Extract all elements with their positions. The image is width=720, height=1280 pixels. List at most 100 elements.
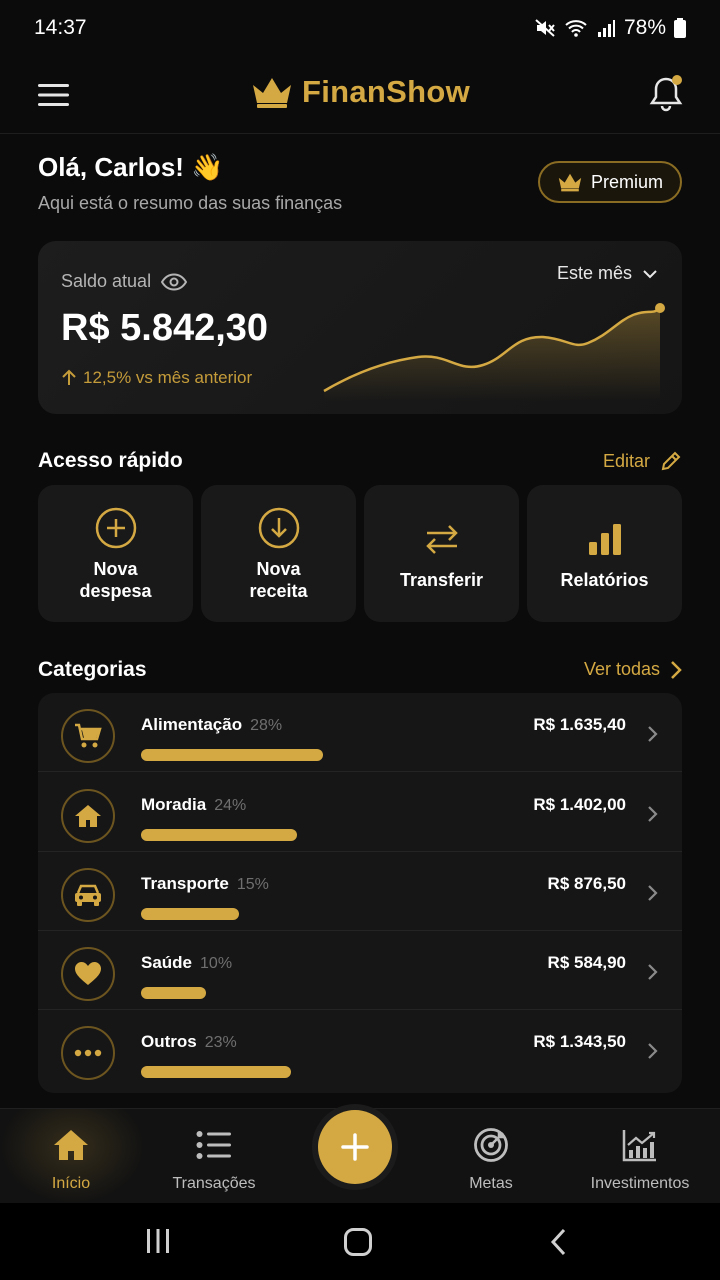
- wifi-icon: [565, 20, 587, 37]
- balance-sparkline: [323, 303, 665, 401]
- quick-action-new-expense[interactable]: Nova despesa: [38, 485, 193, 622]
- category-percent: 28%: [250, 717, 283, 734]
- nav-item-investimentos[interactable]: Investimentos: [565, 1125, 715, 1193]
- eye-icon[interactable]: [161, 272, 188, 291]
- download-circle-icon: [258, 507, 299, 548]
- back-icon[interactable]: [548, 1227, 568, 1257]
- premium-label: Premium: [590, 171, 663, 192]
- sparkline-endpoint: [655, 303, 665, 313]
- add-transaction-button[interactable]: [318, 1110, 392, 1184]
- status-icons: 78%: [534, 16, 686, 40]
- chevron-right-icon: [671, 660, 682, 679]
- home-button-icon[interactable]: [343, 1227, 373, 1257]
- status-time: 14:37: [34, 16, 87, 39]
- see-all-label: Ver todas: [583, 659, 660, 679]
- nav-item-transacoes[interactable]: Transações: [139, 1125, 289, 1193]
- sparkline-area: [324, 308, 660, 401]
- brand-logo: FinanShow: [0, 74, 720, 110]
- app-header: FinanShow: [0, 56, 720, 134]
- growth-chart-icon: [622, 1130, 656, 1162]
- quick-access-title: Acesso rápido: [38, 449, 183, 472]
- balance-label: Saldo atual: [61, 271, 152, 291]
- pencil-icon: [661, 451, 681, 471]
- category-name: Outros 23%: [141, 1032, 237, 1051]
- quick-action-label: Relatórios: [560, 569, 649, 590]
- chevron-right-icon: [648, 964, 658, 980]
- system-nav-bar: [0, 1203, 720, 1280]
- home-icon: [54, 1130, 88, 1160]
- see-all-categories-link[interactable]: Ver todas: [584, 659, 682, 680]
- category-amount: R$ 1.343,50: [533, 1032, 626, 1051]
- greeting: Olá, Carlos! 👋 Aqui está o resumo das su…: [38, 152, 342, 214]
- arrow-up-icon: [62, 369, 76, 385]
- crown-icon: [558, 173, 582, 192]
- category-amount: R$ 1.402,00: [533, 795, 626, 814]
- nav-label: Metas: [469, 1175, 513, 1192]
- quick-action-transfer[interactable]: Transferir: [364, 485, 519, 622]
- category-row-transporte[interactable]: Transporte 15% R$ 876,50: [38, 852, 682, 931]
- period-label: Este mês: [556, 263, 632, 283]
- category-percent: 24%: [214, 797, 247, 814]
- nav-item-metas[interactable]: Metas: [416, 1125, 566, 1193]
- signal-icon: [597, 20, 615, 37]
- premium-button[interactable]: Premium: [538, 161, 682, 203]
- battery-icon: [674, 18, 686, 38]
- category-percent: 15%: [236, 876, 269, 893]
- chevron-right-icon: [648, 885, 658, 901]
- transfer-icon: [425, 524, 458, 554]
- category-row-moradia[interactable]: Moradia 24% R$ 1.402,00: [38, 773, 682, 852]
- edit-quick-access-link[interactable]: Editar: [603, 450, 682, 472]
- more-icon: [74, 1049, 102, 1057]
- mute-icon: [535, 19, 555, 37]
- chevron-down-icon: [643, 269, 657, 278]
- status-bar: 14:37 78%: [0, 0, 720, 56]
- category-row-outros[interactable]: Outros 23% R$ 1.343,50: [38, 1010, 682, 1089]
- category-progress-bar: [141, 987, 206, 999]
- nav-item-inicio[interactable]: Início: [0, 1125, 146, 1193]
- category-percent: 23%: [204, 1034, 237, 1051]
- target-icon: [474, 1128, 508, 1162]
- category-amount: R$ 876,50: [547, 874, 626, 893]
- categories-title: Categorias: [38, 658, 147, 681]
- quick-action-label: Nova despesa: [79, 558, 152, 601]
- category-progress-bar: [141, 829, 297, 841]
- greeting-subtitle: Aqui está o resumo das suas finanças: [38, 193, 343, 213]
- balance-label-row: Saldo atual: [61, 271, 188, 292]
- category-amount: R$ 1.635,40: [533, 715, 626, 734]
- chevron-right-icon: [648, 806, 658, 822]
- category-progress-bar: [141, 908, 239, 920]
- period-selector[interactable]: Este mês: [557, 263, 658, 284]
- quick-action-label: Nova receita: [249, 558, 308, 601]
- plus-icon: [341, 1133, 369, 1161]
- greeting-title: Olá, Carlos! 👋: [38, 152, 224, 182]
- balance-change: 12,5% vs mês anterior: [61, 368, 252, 388]
- recent-apps-icon[interactable]: [144, 1227, 172, 1255]
- quick-action-reports[interactable]: Relatórios: [527, 485, 682, 622]
- category-row-saude[interactable]: Saúde 10% R$ 584,90: [38, 931, 682, 1010]
- notification-bell-icon[interactable]: [648, 74, 684, 114]
- category-name: Transporte 15%: [141, 874, 269, 893]
- nav-label: Transações: [172, 1175, 256, 1192]
- balance-card: Saldo atual R$ 5.842,30 12,5% vs mês ant…: [38, 241, 682, 414]
- category-name: Alimentação 28%: [141, 715, 283, 734]
- balance-change-text: 12,5% vs mês anterior: [83, 368, 253, 387]
- quick-action-label: Transferir: [399, 569, 484, 590]
- app-name: FinanShow: [301, 74, 471, 109]
- category-percent: 10%: [200, 955, 233, 972]
- bar-chart-icon: [588, 523, 621, 555]
- nav-label: Investimentos: [590, 1175, 690, 1192]
- category-amount: R$ 584,90: [547, 953, 626, 972]
- category-progress-bar: [141, 1066, 291, 1078]
- crown-icon: [252, 78, 291, 108]
- category-progress-bar: [141, 749, 323, 761]
- edit-label: Editar: [602, 450, 650, 471]
- balance-value: R$ 5.842,30: [61, 307, 269, 349]
- category-name: Saúde 10%: [141, 953, 233, 972]
- category-name: Moradia 24%: [141, 795, 247, 814]
- heart-icon: [75, 962, 101, 985]
- nav-label: Início: [51, 1175, 91, 1192]
- quick-action-new-income[interactable]: Nova receita: [201, 485, 356, 622]
- category-row-alimentacao[interactable]: Alimentação 28% R$ 1.635,40: [38, 693, 682, 772]
- categories-list: Alimentação 28% R$ 1.635,40 Moradia 24% R$…: [38, 693, 682, 1093]
- car-icon: [75, 884, 101, 906]
